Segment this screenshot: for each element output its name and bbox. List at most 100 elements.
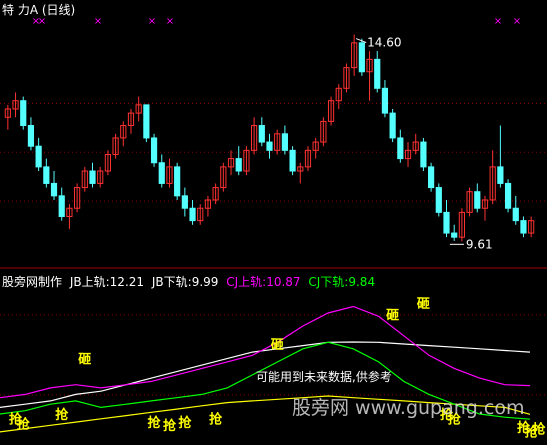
candlestick	[481, 195, 489, 221]
candlestick	[343, 63, 350, 93]
candlestick	[451, 224, 458, 241]
candlestick	[504, 179, 512, 213]
candle-body	[235, 158, 242, 172]
candlestick	[189, 199, 196, 225]
candle-body	[281, 133, 288, 151]
buy-signal-label: 抢	[517, 420, 531, 436]
candlestick	[466, 187, 473, 217]
candlestick	[497, 125, 504, 188]
sell-signal-label: 砸	[77, 352, 91, 367]
candle-body	[89, 170, 96, 184]
signal-marker: ×	[38, 16, 46, 27]
candlestick	[143, 104, 150, 143]
candlestick	[320, 117, 327, 147]
candlestick	[366, 51, 373, 101]
candle-body	[474, 191, 481, 209]
candlestick	[81, 166, 88, 192]
candlestick	[212, 183, 219, 205]
candle-body	[20, 100, 27, 127]
candlestick	[397, 129, 404, 163]
sell-signal-label: 砸	[270, 338, 284, 353]
indicator-name: 股旁网制作	[2, 275, 63, 289]
jb-upper-legend: JB上轨:12.21	[69, 275, 145, 289]
candle-body	[289, 149, 296, 172]
buy-signal-label: 抢	[178, 415, 192, 431]
candlestick	[43, 158, 50, 188]
candle-body	[443, 211, 450, 234]
candlestick	[281, 125, 288, 155]
future-data-note: 可能用到未来数据,供参考	[256, 370, 392, 384]
cj-lower-legend: CJ下轨:9.84	[308, 275, 376, 289]
candlestick	[443, 199, 450, 238]
candlestick	[27, 117, 35, 151]
candle-body	[58, 195, 65, 218]
candle-body	[143, 104, 150, 139]
candlestick	[127, 108, 135, 134]
candlestick	[66, 204, 73, 229]
candle-body	[512, 207, 519, 222]
candlestick	[104, 150, 111, 176]
buy-signal-label: 抢	[55, 407, 69, 423]
candlestick	[528, 216, 535, 238]
signal-marker: ×	[166, 16, 174, 27]
buy-signal-label: 抢	[163, 418, 177, 434]
candlestick	[258, 117, 265, 147]
candlestick	[512, 195, 519, 225]
candlestick	[58, 187, 65, 221]
candlestick	[312, 137, 319, 159]
candle-body	[497, 166, 504, 184]
candlestick	[166, 158, 173, 188]
candlestick	[89, 162, 96, 188]
watermark: 股旁网 www.gupang.com	[292, 397, 525, 419]
candle-body	[181, 195, 188, 209]
candlestick	[351, 34, 358, 76]
candlestick	[435, 183, 442, 217]
candlestick	[374, 51, 381, 93]
candlestick	[204, 195, 212, 217]
candlestick	[197, 204, 204, 225]
candlestick	[297, 162, 304, 184]
candle-body	[520, 220, 527, 234]
candlestick	[458, 208, 465, 242]
signal-marker: ×	[148, 16, 156, 27]
signal-marker: ×	[494, 16, 502, 27]
price-candlestick-panel[interactable]: ×× × × × × ×14.609.61	[0, 0, 547, 270]
buy-signal-label: 抢	[525, 425, 539, 441]
candlestick	[251, 117, 258, 155]
candlestick	[304, 146, 312, 172]
candlestick	[335, 84, 342, 109]
candle-body	[420, 141, 427, 168]
candle-body	[150, 137, 158, 164]
candle-body	[451, 232, 458, 238]
candlestick	[97, 166, 104, 188]
candlestick	[474, 183, 481, 213]
candle-body	[389, 112, 396, 139]
candle-body	[428, 166, 435, 189]
signal-marker: ×	[94, 16, 102, 27]
candle-body	[374, 58, 381, 89]
candlestick	[12, 92, 19, 118]
buy-signal-label: 抢	[17, 417, 31, 433]
signal-marker: ×	[513, 16, 521, 27]
candlestick	[227, 150, 235, 176]
candlestick	[135, 96, 142, 122]
candlestick	[174, 162, 181, 200]
candle-body	[43, 166, 50, 184]
candle-body	[381, 87, 389, 114]
candlestick	[20, 96, 27, 130]
buy-signal-label: 抢	[9, 412, 23, 428]
candle-body	[50, 182, 58, 197]
candlestick	[50, 171, 58, 200]
sell-signal-label: 砸	[416, 297, 430, 312]
candle-body	[266, 141, 273, 151]
buy-signal-label: 抢	[148, 415, 162, 431]
candle-body	[358, 42, 365, 73]
candlestick	[420, 137, 427, 172]
jb-lower-legend: JB下轨:9.99	[151, 275, 219, 289]
candle-body	[35, 145, 42, 168]
candle-body	[174, 166, 181, 197]
buy-signal-label: 抢	[209, 412, 223, 428]
candlestick	[220, 162, 227, 192]
candle-body	[435, 187, 442, 213]
candlestick	[404, 142, 412, 167]
